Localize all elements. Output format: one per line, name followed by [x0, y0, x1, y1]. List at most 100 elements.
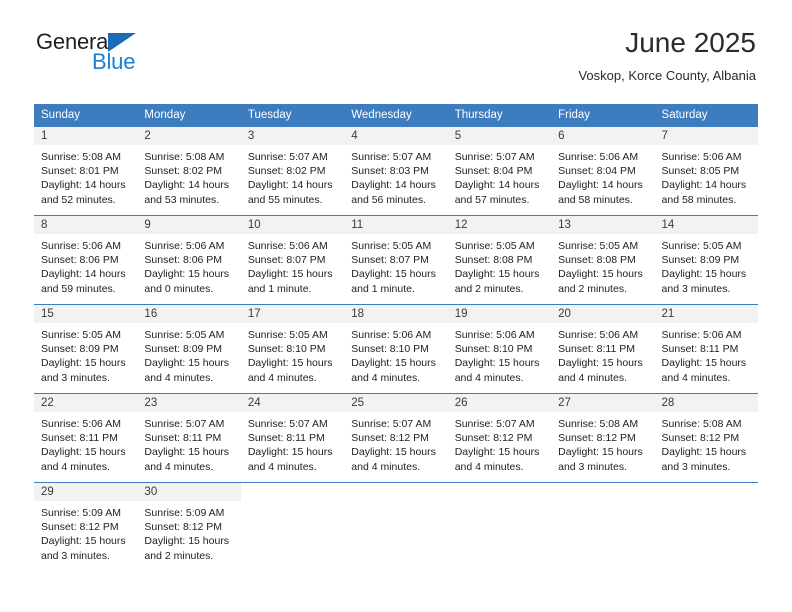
daylight-text-line2: and 58 minutes.: [661, 193, 737, 206]
sunset-text: Sunset: 8:07 PM: [247, 254, 326, 267]
page-subtitle: Voskop, Korce County, Albania: [578, 67, 756, 83]
day-number: 23: [137, 394, 241, 412]
sunset-text: Sunset: 8:05 PM: [661, 165, 740, 178]
sunset-text: Sunset: 8:12 PM: [661, 432, 740, 445]
calendar-day-cell[interactable]: 30 Sunrise: 5:09 AM Sunset: 8:12 PM Dayl…: [137, 482, 241, 572]
daylight-text-line2: and 58 minutes.: [558, 193, 633, 206]
calendar-day-cell[interactable]: 4 Sunrise: 5:07 AM Sunset: 8:03 PM Dayli…: [344, 126, 448, 216]
sunset-text: Sunset: 8:12 PM: [41, 521, 119, 534]
daylight-text-line1: Daylight: 14 hours: [661, 179, 747, 192]
day-details: Sunrise: 5:08 AM Sunset: 8:12 PM Dayligh…: [551, 412, 654, 474]
sunset-text: Sunset: 8:02 PM: [247, 165, 326, 178]
calendar-day-cell[interactable]: 24 Sunrise: 5:07 AM Sunset: 8:11 PM Dayl…: [240, 393, 345, 483]
sunrise-text: Sunrise: 5:05 AM: [661, 240, 742, 252]
daylight-text-line1: Daylight: 15 hours: [247, 446, 333, 459]
calendar-day-cell-empty: [344, 482, 448, 572]
calendar-day-cell[interactable]: 20 Sunrise: 5:06 AM Sunset: 8:11 PM Dayl…: [551, 304, 655, 394]
day-number: 14: [654, 216, 758, 234]
daylight-text-line1: Daylight: 15 hours: [41, 535, 126, 548]
day-details: Sunrise: 5:09 AM Sunset: 8:12 PM Dayligh…: [137, 501, 240, 563]
calendar-day-cell-empty: [551, 482, 655, 572]
sunrise-text: Sunrise: 5:06 AM: [41, 240, 121, 252]
calendar-week-row: 15 Sunrise: 5:05 AM Sunset: 8:09 PM Dayl…: [34, 304, 758, 394]
calendar-day-cell[interactable]: 12 Sunrise: 5:05 AM Sunset: 8:08 PM Dayl…: [447, 215, 552, 305]
sunset-text: Sunset: 8:07 PM: [351, 254, 429, 267]
sunset-text: Sunset: 8:02 PM: [144, 165, 223, 178]
calendar-day-cell[interactable]: 8 Sunrise: 5:06 AM Sunset: 8:06 PM Dayli…: [34, 215, 138, 305]
daylight-text-line1: Daylight: 15 hours: [558, 268, 643, 281]
sunrise-text: Sunrise: 5:05 AM: [41, 329, 121, 341]
day-number: 1: [34, 127, 138, 145]
general-blue-logo[interactable]: General Blue: [36, 31, 166, 81]
day-details: Sunrise: 5:08 AM Sunset: 8:01 PM Dayligh…: [34, 145, 137, 207]
day-number: [240, 483, 345, 501]
daylight-text-line2: and 3 minutes.: [41, 371, 110, 384]
daylight-text-line1: Daylight: 15 hours: [454, 268, 540, 281]
day-details: Sunrise: 5:05 AM Sunset: 8:10 PM Dayligh…: [241, 323, 344, 385]
day-number: 25: [344, 394, 448, 412]
calendar-day-cell[interactable]: 13 Sunrise: 5:05 AM Sunset: 8:08 PM Dayl…: [551, 215, 655, 305]
daylight-text-line1: Daylight: 15 hours: [351, 357, 436, 370]
sunrise-text: Sunrise: 5:08 AM: [41, 151, 121, 163]
sunset-text: Sunset: 8:04 PM: [558, 165, 636, 178]
day-details: Sunrise: 5:08 AM Sunset: 8:02 PM Dayligh…: [137, 145, 240, 207]
calendar-day-cell[interactable]: 21 Sunrise: 5:06 AM Sunset: 8:11 PM Dayl…: [654, 304, 758, 394]
calendar-day-cell[interactable]: 2 Sunrise: 5:08 AM Sunset: 8:02 PM Dayli…: [137, 126, 241, 216]
day-number: [447, 483, 552, 501]
daylight-text-line2: and 53 minutes.: [144, 193, 220, 206]
calendar-day-cell[interactable]: 29 Sunrise: 5:09 AM Sunset: 8:12 PM Dayl…: [34, 482, 138, 572]
sunset-text: Sunset: 8:10 PM: [247, 343, 326, 356]
day-details: Sunrise: 5:05 AM Sunset: 8:08 PM Dayligh…: [448, 234, 551, 296]
sunset-text: Sunset: 8:09 PM: [41, 343, 119, 356]
calendar-day-cell[interactable]: 1 Sunrise: 5:08 AM Sunset: 8:01 PM Dayli…: [34, 126, 138, 216]
calendar-day-cell[interactable]: 9 Sunrise: 5:06 AM Sunset: 8:06 PM Dayli…: [137, 215, 241, 305]
sunrise-text: Sunrise: 5:07 AM: [247, 151, 328, 163]
logo-text-blue: Blue: [92, 49, 136, 74]
calendar-day-cell[interactable]: 7 Sunrise: 5:06 AM Sunset: 8:05 PM Dayli…: [654, 126, 758, 216]
calendar-day-cell[interactable]: 27 Sunrise: 5:08 AM Sunset: 8:12 PM Dayl…: [551, 393, 655, 483]
calendar-day-cell[interactable]: 25 Sunrise: 5:07 AM Sunset: 8:12 PM Dayl…: [344, 393, 448, 483]
day-details: Sunrise: 5:05 AM Sunset: 8:07 PM Dayligh…: [344, 234, 447, 296]
day-number: 22: [34, 394, 138, 412]
daylight-text-line2: and 55 minutes.: [247, 193, 323, 206]
daylight-text-line1: Daylight: 15 hours: [454, 357, 540, 370]
calendar-day-cell[interactable]: 5 Sunrise: 5:07 AM Sunset: 8:04 PM Dayli…: [447, 126, 552, 216]
calendar-day-cell[interactable]: 28 Sunrise: 5:08 AM Sunset: 8:12 PM Dayl…: [654, 393, 758, 483]
sunset-text: Sunset: 8:12 PM: [351, 432, 429, 445]
calendar-day-cell[interactable]: 15 Sunrise: 5:05 AM Sunset: 8:09 PM Dayl…: [34, 304, 138, 394]
day-details: Sunrise: 5:05 AM Sunset: 8:09 PM Dayligh…: [655, 234, 758, 296]
day-number: 8: [34, 216, 138, 234]
day-number: 13: [551, 216, 655, 234]
calendar-day-cell[interactable]: 16 Sunrise: 5:05 AM Sunset: 8:09 PM Dayl…: [137, 304, 241, 394]
sunrise-text: Sunrise: 5:05 AM: [144, 329, 225, 341]
calendar-day-cell[interactable]: 26 Sunrise: 5:07 AM Sunset: 8:12 PM Dayl…: [447, 393, 552, 483]
daylight-text-line2: and 4 minutes.: [144, 371, 214, 384]
daylight-text-line2: and 3 minutes.: [661, 460, 731, 473]
daylight-text-line2: and 52 minutes.: [41, 193, 116, 206]
sunrise-text: Sunrise: 5:07 AM: [144, 418, 225, 430]
sunrise-text: Sunrise: 5:06 AM: [558, 329, 639, 341]
calendar-day-cell[interactable]: 23 Sunrise: 5:07 AM Sunset: 8:11 PM Dayl…: [137, 393, 241, 483]
daylight-text-line1: Daylight: 15 hours: [558, 357, 643, 370]
calendar-container: Sunday Monday Tuesday Wednesday Thursday…: [34, 104, 758, 572]
day-number: 2: [137, 127, 241, 145]
calendar-day-cell[interactable]: 11 Sunrise: 5:05 AM Sunset: 8:07 PM Dayl…: [344, 215, 448, 305]
day-number: 10: [240, 216, 345, 234]
calendar-day-cell[interactable]: 14 Sunrise: 5:05 AM Sunset: 8:09 PM Dayl…: [654, 215, 758, 305]
sunset-text: Sunset: 8:12 PM: [558, 432, 636, 445]
day-details: Sunrise: 5:06 AM Sunset: 8:10 PM Dayligh…: [344, 323, 447, 385]
day-number: 17: [240, 305, 345, 323]
calendar-day-cell[interactable]: 17 Sunrise: 5:05 AM Sunset: 8:10 PM Dayl…: [240, 304, 345, 394]
calendar-day-cell[interactable]: 6 Sunrise: 5:06 AM Sunset: 8:04 PM Dayli…: [551, 126, 655, 216]
daylight-text-line2: and 4 minutes.: [454, 371, 524, 384]
weekday-header-sunday: Sunday: [34, 104, 138, 127]
calendar-day-cell[interactable]: 22 Sunrise: 5:06 AM Sunset: 8:11 PM Dayl…: [34, 393, 138, 483]
calendar-day-cell-empty: [240, 482, 345, 572]
day-details: Sunrise: 5:08 AM Sunset: 8:12 PM Dayligh…: [655, 412, 758, 474]
day-number: [344, 483, 448, 501]
calendar-day-cell[interactable]: 3 Sunrise: 5:07 AM Sunset: 8:02 PM Dayli…: [240, 126, 345, 216]
day-number: 26: [447, 394, 552, 412]
calendar-day-cell[interactable]: 19 Sunrise: 5:06 AM Sunset: 8:10 PM Dayl…: [447, 304, 552, 394]
calendar-day-cell[interactable]: 18 Sunrise: 5:06 AM Sunset: 8:10 PM Dayl…: [344, 304, 448, 394]
calendar-day-cell[interactable]: 10 Sunrise: 5:06 AM Sunset: 8:07 PM Dayl…: [240, 215, 345, 305]
